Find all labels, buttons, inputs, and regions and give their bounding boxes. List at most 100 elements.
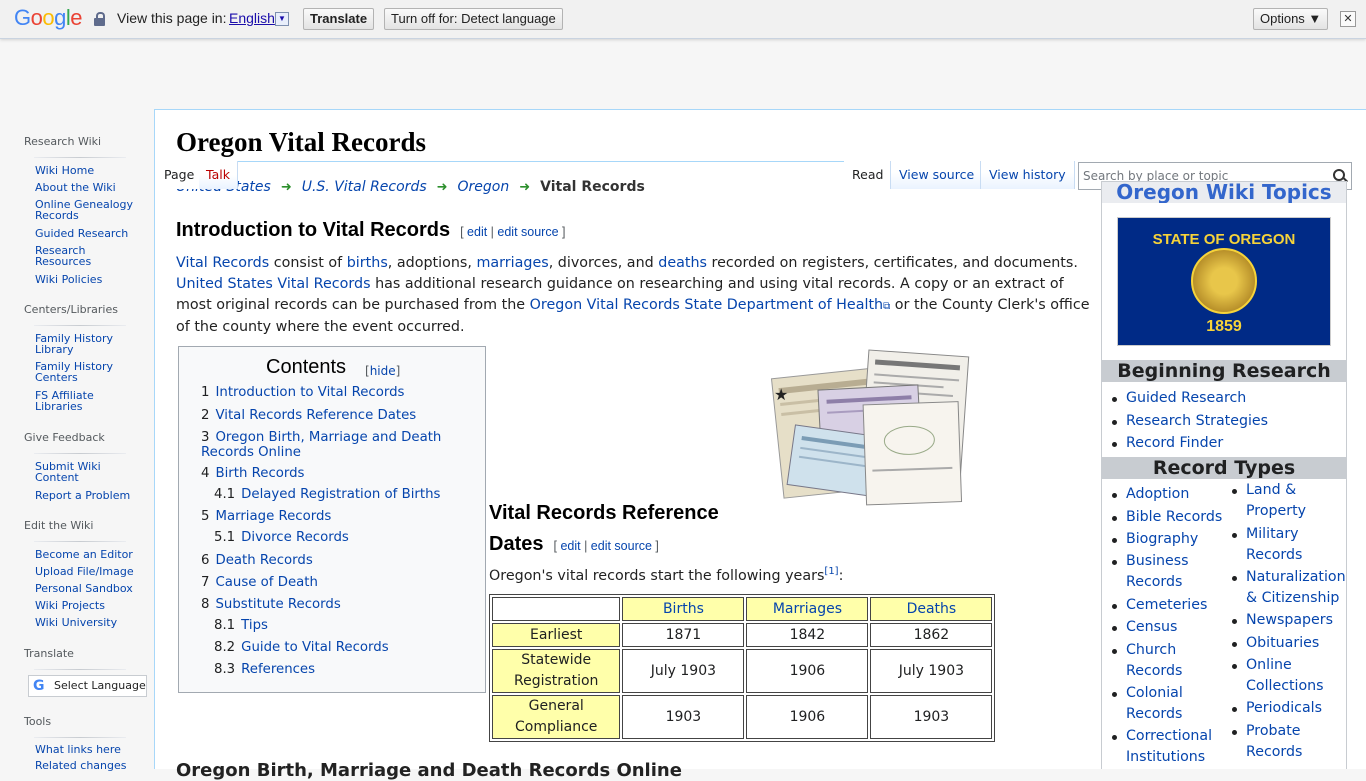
sidebar-item-research-resources[interactable]: Research Resources bbox=[35, 245, 135, 267]
topic-link[interactable]: Colonial Records bbox=[1112, 683, 1206, 725]
sidebar-item-wiki-university[interactable]: Wiki University bbox=[35, 617, 135, 628]
table-row: Earliest 1871 1842 1862 bbox=[492, 623, 993, 647]
footnote-link[interactable]: [1] bbox=[824, 566, 838, 577]
language-select-link[interactable]: English bbox=[229, 10, 275, 26]
edit-link[interactable]: edit bbox=[467, 225, 487, 239]
toc-item[interactable]: 8 Substitute Records bbox=[201, 597, 341, 612]
topic-link[interactable]: Periodicals bbox=[1231, 698, 1322, 719]
toc-item[interactable]: 8.1 Tips bbox=[214, 618, 268, 633]
select-language-widget[interactable]: G Select Language bbox=[28, 675, 147, 697]
sidebar-item-related-changes[interactable]: Related changes bbox=[35, 760, 135, 771]
link-vital-records[interactable]: Vital Records bbox=[176, 255, 269, 271]
table-cell: 1903 bbox=[622, 695, 745, 739]
topic-link[interactable]: Bible Records bbox=[1111, 507, 1222, 528]
sidebar-item-affiliate[interactable]: FS Affiliate Libraries bbox=[35, 390, 135, 412]
topic-link[interactable]: Business Records bbox=[1112, 551, 1211, 593]
topics-heading: Record Types bbox=[1102, 457, 1346, 479]
sidebar-item-wiki-home[interactable]: Wiki Home bbox=[35, 165, 135, 176]
toc-item[interactable]: 2 Vital Records Reference Dates bbox=[201, 408, 416, 423]
sidebar-item-sandbox[interactable]: Personal Sandbox bbox=[35, 583, 135, 594]
table-cell: 1906 bbox=[746, 695, 869, 739]
breadcrumb-link[interactable]: Oregon bbox=[458, 179, 510, 195]
toc-item[interactable]: 4 Birth Records bbox=[201, 466, 305, 481]
divider bbox=[34, 737, 126, 738]
topic-link[interactable]: Online Collections bbox=[1232, 655, 1326, 697]
topic-link[interactable]: Obituaries bbox=[1231, 633, 1319, 654]
breadcrumb-link[interactable]: U.S. Vital Records bbox=[302, 179, 427, 195]
close-icon[interactable]: ✕ bbox=[1340, 11, 1356, 27]
sidebar-item-online-records[interactable]: Online Genealogy Records bbox=[35, 199, 135, 221]
topic-link[interactable]: Biography bbox=[1111, 529, 1198, 550]
arrow-right-icon: ➜ bbox=[436, 180, 448, 195]
table-cell: July 1903 bbox=[622, 649, 745, 693]
sidebar-heading: Give Feedback bbox=[24, 431, 105, 444]
sidebar-item-what-links-here[interactable]: What links here bbox=[35, 744, 135, 755]
toc-hide-toggle[interactable]: [hide] bbox=[365, 364, 400, 378]
link-oregon-health[interactable]: Oregon Vital Records State Department of… bbox=[530, 297, 883, 313]
topic-link[interactable]: Adoption bbox=[1111, 484, 1189, 505]
topic-link[interactable]: Newspapers bbox=[1232, 610, 1333, 631]
intro-paragraph: Vital Records consist of births, adoptio… bbox=[176, 255, 1090, 335]
options-button[interactable]: Options ▼ bbox=[1253, 8, 1329, 30]
topic-link[interactable]: Land & Property bbox=[1232, 480, 1326, 522]
toc-item[interactable]: 3 Oregon Birth, Marriage and Death Record… bbox=[201, 430, 461, 460]
vital-records-documents-image[interactable]: ★ bbox=[770, 348, 972, 508]
tab-view-history[interactable]: View history bbox=[980, 161, 1075, 189]
sidebar-item-fhl[interactable]: Family History Library bbox=[35, 333, 135, 355]
sidebar-item-fhc[interactable]: Family History Centers bbox=[35, 361, 135, 383]
sidebar-item-become-editor[interactable]: Become an Editor bbox=[35, 549, 135, 560]
sidebar-heading: Research Wiki bbox=[24, 135, 102, 148]
topic-link[interactable]: Military Records bbox=[1232, 524, 1326, 566]
topics-title[interactable]: Oregon Wiki Topics bbox=[1102, 182, 1346, 203]
link-us-vital-records[interactable]: United States Vital Records bbox=[176, 276, 371, 292]
toc-item[interactable]: 8.2 Guide to Vital Records bbox=[214, 640, 389, 655]
oregon-flag-image: STATE OF OREGON 1859 bbox=[1117, 217, 1331, 346]
turn-off-button[interactable]: Turn off for: Detect language bbox=[384, 8, 563, 30]
dropdown-arrow-icon[interactable]: ▼ bbox=[275, 12, 289, 26]
topic-link[interactable]: Naturalization & Citizenship bbox=[1232, 567, 1346, 609]
link-marriages[interactable]: marriages bbox=[476, 255, 548, 271]
edit-link[interactable]: edit bbox=[560, 539, 580, 553]
topic-link[interactable]: Guided Research bbox=[1111, 388, 1246, 409]
section-title: Vital Records Reference bbox=[489, 502, 719, 524]
sidebar-heading: Tools bbox=[24, 715, 52, 728]
search-icon[interactable] bbox=[1333, 169, 1345, 181]
table-header-cell: Marriages bbox=[746, 597, 869, 621]
section-heading-online: Oregon Birth, Marriage and Death Records… bbox=[176, 760, 682, 781]
topic-link[interactable]: Census bbox=[1111, 617, 1177, 638]
topic-link[interactable]: Record Finder bbox=[1111, 433, 1223, 454]
tab-view-source[interactable]: View source bbox=[890, 161, 983, 189]
toc-item[interactable]: 6 Death Records bbox=[201, 553, 313, 568]
edit-source-link[interactable]: edit source bbox=[591, 539, 652, 553]
topic-link[interactable]: Correctional Institutions bbox=[1112, 726, 1226, 768]
row-label: Earliest bbox=[492, 623, 621, 647]
toc-item[interactable]: 5.1 Divorce Records bbox=[214, 530, 349, 545]
table-cell: 1903 bbox=[870, 695, 993, 739]
sidebar-item-wiki-projects[interactable]: Wiki Projects bbox=[35, 600, 135, 611]
topic-link[interactable]: Research Strategies bbox=[1111, 411, 1268, 432]
toc-item[interactable]: 4.1 Delayed Registration of Births bbox=[214, 487, 440, 502]
link-deaths[interactable]: deaths bbox=[658, 255, 707, 271]
section-title: Introduction to Vital Records bbox=[176, 219, 451, 241]
sidebar-item-guided-research[interactable]: Guided Research bbox=[35, 228, 135, 239]
sidebar-item-wiki-policies[interactable]: Wiki Policies bbox=[35, 274, 135, 285]
toc-item[interactable]: 8.3 References bbox=[214, 662, 315, 677]
tab-talk[interactable]: Talk bbox=[199, 161, 238, 189]
sidebar-item-submit-content[interactable]: Submit Wiki Content bbox=[35, 461, 135, 483]
toc-item[interactable]: 5 Marriage Records bbox=[201, 509, 331, 524]
toc-item[interactable]: 1 Introduction to Vital Records bbox=[201, 385, 404, 400]
translate-button[interactable]: Translate bbox=[303, 8, 375, 30]
topic-link[interactable]: Cemeteries bbox=[1111, 595, 1207, 616]
sidebar-item-report-problem[interactable]: Report a Problem bbox=[35, 490, 135, 501]
table-cell: July 1903 bbox=[870, 649, 993, 693]
edit-source-link[interactable]: edit source bbox=[497, 225, 558, 239]
sidebar-item-upload[interactable]: Upload File/Image bbox=[35, 566, 135, 577]
tab-page[interactable]: Page bbox=[157, 161, 203, 189]
topic-link[interactable]: Probate Records bbox=[1232, 721, 1326, 763]
link-births[interactable]: births bbox=[347, 255, 388, 271]
tab-read[interactable]: Read bbox=[845, 161, 891, 189]
divider bbox=[34, 669, 126, 670]
toc-item[interactable]: 7 Cause of Death bbox=[201, 575, 318, 590]
topic-link[interactable]: Church Records bbox=[1112, 640, 1206, 682]
sidebar-item-about-wiki[interactable]: About the Wiki bbox=[35, 182, 135, 193]
